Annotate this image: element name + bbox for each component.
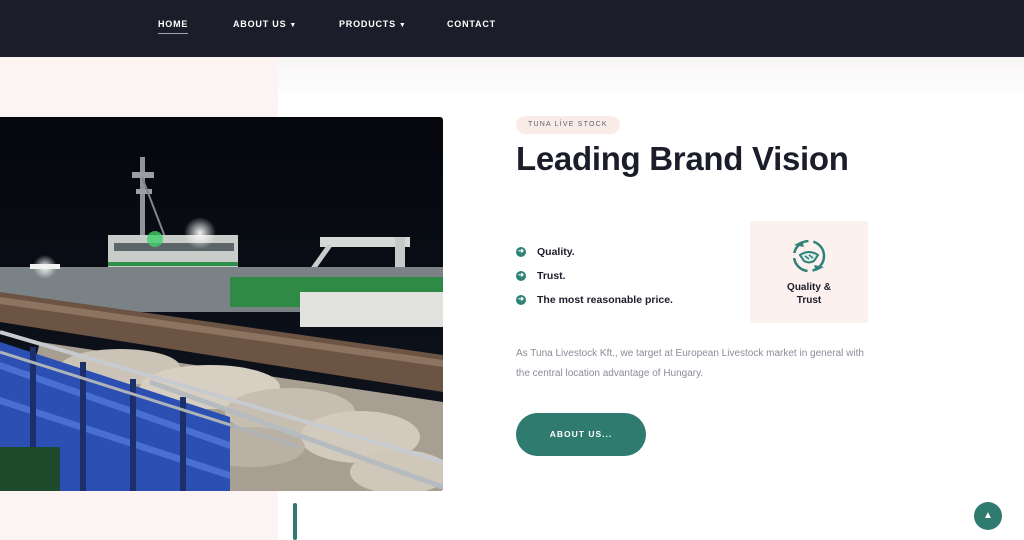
nav-item-label: PRODUCTS [339,19,396,29]
arrow-circle-right-icon: ➜ [516,271,526,281]
decorative-accent-bar [293,503,297,540]
nav-item-products[interactable]: PRODUCTS ▼ [339,19,407,29]
decorative-fade-band [278,57,1024,102]
feature-label: Quality. [537,246,575,258]
arrow-circle-right-icon: ➜ [516,247,526,257]
list-item: ➜ Quality. [516,240,673,264]
nav-item-about-us[interactable]: ABOUT US ▼ [233,19,297,29]
quality-trust-label: Quality & Trust [787,282,831,306]
feature-list: ➜ Quality. ➜ Trust. ➜ The most reasonabl… [516,240,673,312]
livestock-ship-photo [0,117,443,491]
handshake-cycle-icon [792,239,826,273]
top-navbar: HOME ABOUT US ▼ PRODUCTS ▼ CONTACT [0,0,1024,57]
nav-item-label: CONTACT [447,19,496,29]
chevron-up-icon: ▲ [983,510,993,521]
arrow-circle-right-icon: ➜ [516,295,526,305]
nav-item-home[interactable]: HOME [158,19,189,34]
quality-trust-card: Quality & Trust [750,221,868,323]
nav-item-label: ABOUT US [233,19,287,29]
chevron-down-icon: ▼ [398,22,407,29]
list-item: ➜ The most reasonable price. [516,288,673,312]
section-title: Leading Brand Vision [516,140,849,177]
about-us-button[interactable]: ABOUT US... [516,413,646,456]
section-tag: TUNA LİVE STOCK [516,116,620,134]
scroll-to-top-button[interactable]: ▲ [974,502,1002,530]
list-item: ➜ Trust. [516,264,673,288]
feature-label: Trust. [537,270,566,282]
nav-item-label: HOME [158,19,189,29]
nav-item-contact[interactable]: CONTACT [447,19,496,29]
feature-label: The most reasonable price. [537,294,673,306]
chevron-down-icon: ▼ [289,22,298,29]
section-description: As Tuna Livestock Kft., we target at Eur… [516,348,864,379]
